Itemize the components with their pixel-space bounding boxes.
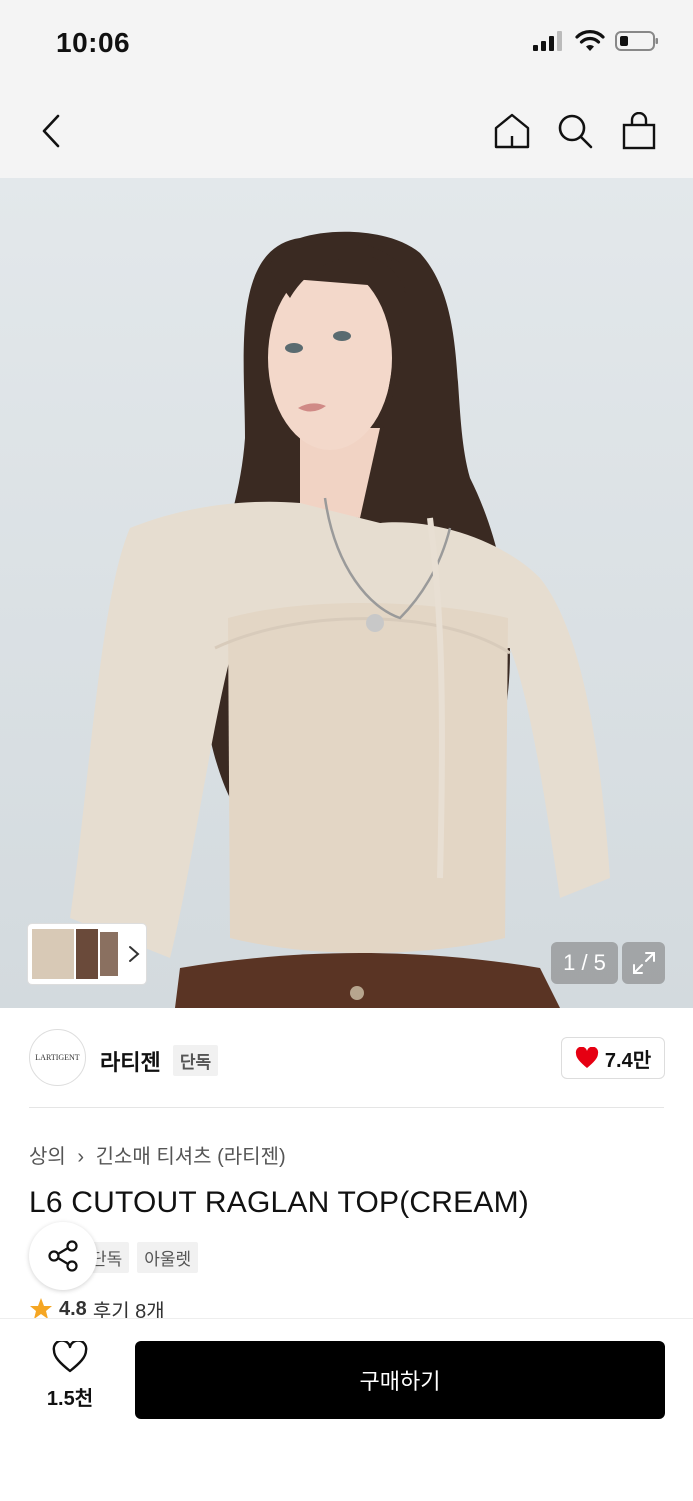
status-bar: 10:06 bbox=[0, 0, 693, 88]
product-tags: 단독 아울렛 bbox=[84, 1242, 199, 1273]
breadcrumb-separator-icon: › bbox=[77, 1146, 85, 1168]
brand-like-button[interactable]: 7.4만 bbox=[561, 1037, 665, 1079]
buy-button[interactable]: 구매하기 bbox=[135, 1341, 665, 1419]
brand-tag: 단독 bbox=[172, 1045, 219, 1076]
brand-name-group[interactable]: 라티젠 단독 bbox=[100, 1045, 219, 1077]
wishlist-button[interactable]: 1.5천 bbox=[30, 1339, 110, 1411]
rating-score: 4.8 bbox=[59, 1298, 87, 1320]
rating-row[interactable]: 4.8 후기 8개 bbox=[29, 1298, 165, 1320]
top-nav bbox=[0, 88, 693, 178]
product-image[interactable]: 1 / 5 bbox=[0, 178, 693, 1008]
thumbnail-strip[interactable] bbox=[28, 924, 146, 984]
thumbnail-3[interactable] bbox=[100, 932, 118, 976]
brand-name[interactable]: 라티젠 bbox=[100, 1050, 161, 1075]
share-button[interactable] bbox=[29, 1222, 97, 1290]
product-title: L6 CUTOUT RAGLAN TOP(CREAM) bbox=[29, 1186, 529, 1219]
expand-icon bbox=[632, 952, 655, 974]
brand-logo[interactable]: LARTIGENT bbox=[29, 1029, 86, 1086]
thumbnail-2[interactable] bbox=[76, 929, 98, 979]
model-photo bbox=[0, 178, 693, 1008]
thumbnail-1[interactable] bbox=[32, 929, 74, 979]
heart-filled-icon bbox=[575, 1047, 598, 1068]
share-icon bbox=[48, 1240, 78, 1272]
shopping-bag-icon bbox=[622, 112, 656, 150]
battery-icon bbox=[615, 31, 658, 51]
star-icon bbox=[30, 1298, 52, 1319]
chevron-left-icon bbox=[42, 114, 60, 148]
breadcrumb: 상의 › 긴소매 티셔츠 (라티젠) bbox=[29, 1140, 286, 1169]
breadcrumb-item[interactable]: 상의 bbox=[29, 1146, 66, 1168]
image-counter: 1 / 5 bbox=[551, 942, 618, 984]
breadcrumb-item[interactable]: 긴소매 티셔츠 (라티젠) bbox=[96, 1146, 286, 1168]
brand-row: LARTIGENT 라티젠 단독 7.4만 bbox=[0, 1008, 693, 1108]
wishlist-count: 1.5천 bbox=[46, 1388, 94, 1410]
expand-button[interactable] bbox=[622, 942, 665, 984]
status-icons bbox=[533, 30, 659, 52]
search-button[interactable] bbox=[550, 106, 600, 156]
signal-icon bbox=[533, 31, 562, 51]
divider bbox=[29, 1107, 664, 1108]
chevron-right-icon bbox=[129, 946, 140, 962]
heart-outline-icon bbox=[52, 1339, 88, 1373]
home-icon bbox=[494, 113, 530, 149]
status-time: 10:06 bbox=[56, 27, 131, 58]
back-button[interactable] bbox=[26, 106, 76, 156]
wifi-icon bbox=[575, 30, 605, 51]
product-tag: 아울렛 bbox=[137, 1242, 199, 1273]
search-icon bbox=[558, 114, 593, 149]
cart-button[interactable] bbox=[614, 106, 664, 156]
home-button[interactable] bbox=[487, 106, 537, 156]
review-count[interactable]: 후기 8개 bbox=[93, 1298, 165, 1321]
brand-like-count: 7.4만 bbox=[604, 1049, 652, 1072]
bottom-action-bar: 1.5천 구매하기 bbox=[0, 1318, 693, 1501]
